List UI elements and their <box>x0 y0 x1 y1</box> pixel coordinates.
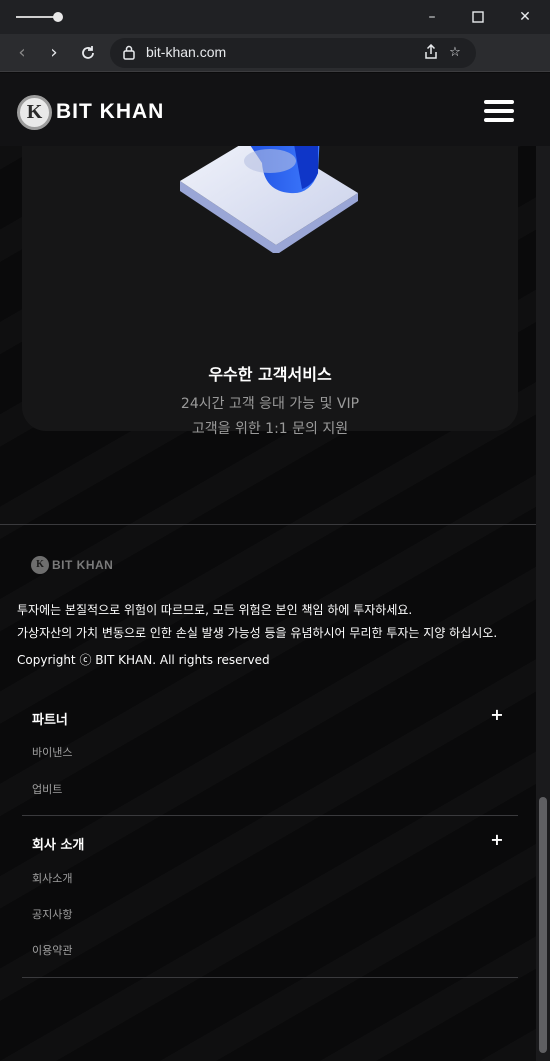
share-icon[interactable] <box>422 43 440 62</box>
accordion-separator <box>22 977 518 978</box>
window-titlebar: – ✕ <box>0 0 550 34</box>
logo-badge[interactable]: K <box>17 95 52 130</box>
back-icon[interactable]: ‹ <box>10 41 34 65</box>
footer-logo-text[interactable]: BIT KHAN <box>52 558 113 572</box>
accordion-title-partners[interactable]: 파트너 <box>32 709 68 728</box>
copyright-text: Copyright ⓒ BIT KHAN. All rights reserve… <box>17 653 270 667</box>
maximize-icon[interactable] <box>468 7 488 27</box>
company-link-notices[interactable]: 공지사항 <box>32 906 72 922</box>
logo-text[interactable]: BIT KHAN <box>56 100 164 124</box>
expand-plus-icon[interactable]: + <box>490 830 504 849</box>
url-text[interactable]: bit-khan.com <box>146 44 226 60</box>
lock-icon[interactable] <box>122 44 136 60</box>
page-viewport: K BIT KHAN 우수한 고객서비스 24시간 고객 응대 가능 및 VIP… <box>0 73 550 1061</box>
minimize-icon[interactable]: – <box>422 7 442 27</box>
partner-link-binance[interactable]: 바이낸스 <box>32 744 72 760</box>
address-bar[interactable]: bit-khan.com ☆ <box>110 38 476 68</box>
feature-card: 우수한 고객서비스 24시간 고객 응대 가능 및 VIP 고객을 위한 1:1… <box>22 133 518 437</box>
zoom-slider-handle[interactable] <box>53 12 63 22</box>
card-desc-line2: 고객을 위한 1:1 문의 지원 <box>191 421 349 437</box>
accordion-separator <box>22 815 518 816</box>
card-desc-line1: 24시간 고객 응대 가능 및 VIP <box>180 396 360 412</box>
footer-divider <box>0 524 550 525</box>
footer-logo-badge[interactable]: K <box>31 556 49 574</box>
card-title: 우수한 고객서비스 <box>208 365 332 384</box>
company-link-terms[interactable]: 이용약관 <box>32 942 72 958</box>
partner-link-upbit[interactable]: 업비트 <box>32 781 62 797</box>
bookmark-icon[interactable]: ☆ <box>446 44 464 62</box>
disclaimer-line2: 가상자산의 가치 변동으로 인한 손실 발생 가능성 등을 유념하시어 무리한 … <box>17 626 498 640</box>
site-header: K BIT KHAN <box>0 73 550 146</box>
company-link-about[interactable]: 회사소개 <box>32 870 72 886</box>
browser-toolbar: ‹ › bit-khan.com ☆ 1 ⋮ <box>0 34 550 96</box>
close-icon[interactable]: ✕ <box>515 7 535 27</box>
expand-plus-icon[interactable]: + <box>490 705 504 724</box>
disclaimer-line1: 투자에는 본질적으로 위험이 따르므로, 모든 위험은 본인 책임 하에 투자하… <box>17 603 413 617</box>
hamburger-menu-icon[interactable] <box>484 100 514 122</box>
accordion-title-company[interactable]: 회사 소개 <box>32 834 84 853</box>
scrollbar-thumb[interactable] <box>539 797 547 1053</box>
support-illustration-icon <box>180 133 358 253</box>
reload-icon[interactable] <box>76 41 100 65</box>
forward-icon[interactable]: › <box>42 41 66 65</box>
